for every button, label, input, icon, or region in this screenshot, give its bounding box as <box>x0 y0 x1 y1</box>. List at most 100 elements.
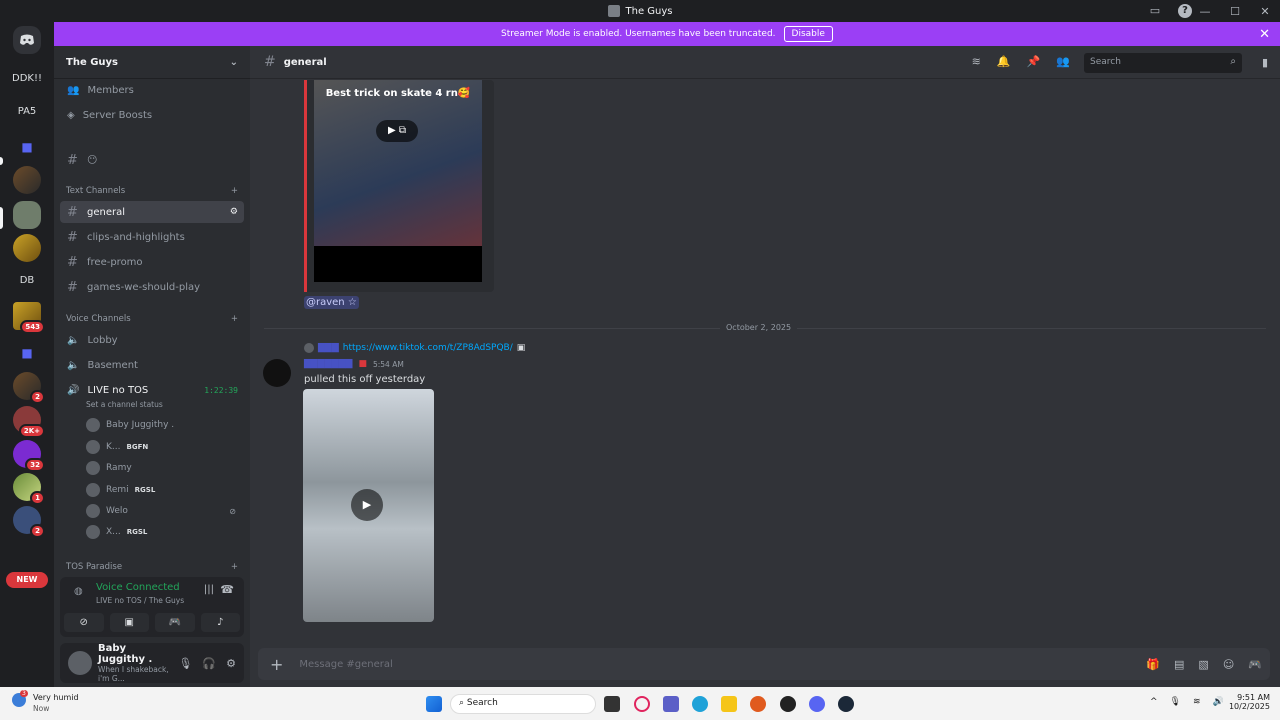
settings-gear-icon[interactable]: ⚙ <box>230 207 238 217</box>
avatar[interactable] <box>68 651 92 675</box>
signal-icon[interactable]: ◍ <box>74 586 83 597</box>
emoji-channel[interactable]: # 😶 <box>60 149 244 171</box>
inbox-icon[interactable]: ▭ <box>1148 4 1162 18</box>
wifi-icon[interactable]: ≋ <box>1193 697 1201 707</box>
activity-button[interactable]: 🎮 <box>155 613 195 632</box>
server-red-icon[interactable]: 2K+ <box>13 406 45 438</box>
apps-icon[interactable]: 🎮 <box>1248 658 1262 671</box>
video-thumbnail[interactable]: Best trick on skate 4 rn🥰 ▶ ⧉ <box>314 80 482 282</box>
server-blue-icon[interactable]: 2 <box>13 506 45 538</box>
new-badge[interactable]: NEW <box>6 572 48 588</box>
task-view-icon[interactable] <box>604 696 620 712</box>
channel-free-promo[interactable]: # free-promo <box>60 251 244 273</box>
member-list-icon[interactable]: 👥 <box>1056 55 1070 68</box>
server-pa5[interactable]: PA5 <box>13 97 41 125</box>
voice-connected-channel[interactable]: LIVE no TOS / The Guys <box>96 596 184 605</box>
play-icon[interactable]: ▶ <box>351 489 383 521</box>
voice-user[interactable]: X... RGSL <box>86 523 147 541</box>
noise-suppression-icon[interactable]: ||| <box>204 584 214 595</box>
voice-basement[interactable]: 🔈 Basement <box>60 354 244 376</box>
chevron-up-icon[interactable]: ^ <box>1150 697 1158 707</box>
headphones-icon[interactable]: 🎧 <box>202 657 216 670</box>
add-channel-icon[interactable]: + <box>231 186 238 196</box>
close-window-button[interactable]: ✕ <box>1250 5 1280 18</box>
server-avatar-icon[interactable]: 2 <box>13 372 45 404</box>
server-the-guys-icon[interactable] <box>13 201 41 229</box>
folder-icon[interactable]: ■ <box>13 133 41 161</box>
reply-link[interactable]: https://www.tiktok.com/t/ZP8AdSPQB/ <box>343 343 513 353</box>
gif-icon[interactable]: ▤ <box>1174 658 1184 671</box>
search-input[interactable]: Search <box>1084 53 1242 73</box>
folder-icon-2[interactable]: ■ <box>13 339 41 367</box>
server-543-icon[interactable]: 543 <box>13 302 45 334</box>
author-name[interactable]: ▇▇▇▇▇▇▇ <box>304 359 352 369</box>
camera-button[interactable]: ⊘ <box>64 613 104 632</box>
channel-status[interactable]: Set a channel status <box>86 400 163 409</box>
app-icon[interactable] <box>750 696 766 712</box>
text-channels-category[interactable]: Text Channels + <box>66 186 238 196</box>
video-attachment[interactable]: ▶ <box>303 389 434 622</box>
sticker-icon[interactable]: ▧ <box>1198 658 1208 671</box>
discord-home-icon[interactable] <box>13 26 41 54</box>
add-channel-icon[interactable]: + <box>231 314 238 324</box>
play-icon[interactable]: ▶ ⧉ <box>376 120 418 142</box>
minimize-button[interactable]: — <box>1190 5 1220 18</box>
hash-icon: # <box>67 279 78 295</box>
file-explorer-icon[interactable] <box>721 696 737 712</box>
screen-share-button[interactable]: ▣ <box>109 613 149 632</box>
weather-icon[interactable]: 3 <box>12 690 28 707</box>
server-purple-icon[interactable]: 32 <box>13 440 45 472</box>
opera-icon[interactable] <box>634 696 650 712</box>
inbox-icon[interactable]: ▮ <box>1262 56 1268 69</box>
volume-icon[interactable]: 🔊 <box>1213 697 1224 707</box>
server-header[interactable]: The Guys ⌄ <box>54 46 250 79</box>
steam-icon[interactable] <box>838 696 854 712</box>
channel-games[interactable]: # games-we-should-play <box>60 276 244 298</box>
microphone-icon[interactable]: 🎙 <box>1170 697 1181 707</box>
voice-user[interactable]: Welo ⊘ <box>86 502 236 520</box>
voice-lobby[interactable]: 🔈 Lobby <box>60 329 244 351</box>
disable-button[interactable]: Disable <box>783 26 833 42</box>
maximize-button[interactable]: ☐ <box>1220 5 1250 18</box>
soundboard-button[interactable]: ♪ <box>200 613 240 632</box>
mention[interactable]: @raven ☆ <box>304 296 359 309</box>
message-composer[interactable]: + Message #general 🎁 ▤ ▧ ☺ 🎮 <box>258 648 1270 680</box>
members-link[interactable]: 👥 Members <box>60 79 244 101</box>
bell-icon[interactable]: 🔔 <box>997 55 1011 68</box>
tos-paradise-category[interactable]: TOS Paradise + <box>66 562 238 572</box>
voice-user[interactable]: K... BGFN <box>86 438 148 456</box>
discord-icon[interactable] <box>809 696 825 712</box>
voice-live[interactable]: 🔊 LIVE no TOS 1:22:39 <box>60 379 244 401</box>
server-db[interactable]: DB <box>13 266 41 294</box>
gift-icon[interactable]: 🎁 <box>1146 658 1160 671</box>
voice-user[interactable]: Baby Juggithy . <box>86 416 174 434</box>
voice-channels-category[interactable]: Voice Channels + <box>66 314 238 324</box>
edge-icon[interactable] <box>692 696 708 712</box>
voice-user[interactable]: Ramy <box>86 459 132 477</box>
reply-reference[interactable]: ▇▇▇ https://www.tiktok.com/t/ZP8AdSPQB/ … <box>304 343 525 353</box>
server-yellow-icon[interactable] <box>13 234 41 262</box>
server-rg-icon[interactable] <box>13 166 41 194</box>
server-green-icon[interactable]: 1 <box>13 473 45 505</box>
add-attachment-icon[interactable]: + <box>270 655 283 674</box>
server-boosts-link[interactable]: ◈ Server Boosts <box>60 104 244 126</box>
close-icon[interactable]: ✕ <box>1259 27 1270 42</box>
server-ddk[interactable]: DDK!! <box>12 64 42 92</box>
disconnect-icon[interactable]: ☎ <box>220 583 234 596</box>
threads-icon[interactable]: ≋ <box>972 55 981 68</box>
microphone-icon[interactable]: 🎙 <box>178 657 192 670</box>
weather-text[interactable]: Very humid <box>33 693 79 702</box>
voice-user[interactable]: Remi RGSL <box>86 481 155 499</box>
channel-general[interactable]: # general ⚙ <box>60 201 244 223</box>
avatar[interactable] <box>263 359 291 387</box>
channel-clips[interactable]: # clips-and-highlights <box>60 226 244 248</box>
teams-icon[interactable] <box>663 696 679 712</box>
taskbar-search[interactable]: ⌕ Search <box>450 694 596 714</box>
settings-gear-icon[interactable]: ⚙ <box>226 657 236 670</box>
app-icon-2[interactable] <box>780 696 796 712</box>
add-channel-icon[interactable]: + <box>231 562 238 572</box>
pin-icon[interactable]: 📌 <box>1027 55 1041 68</box>
start-icon[interactable] <box>426 696 442 712</box>
emoji-icon[interactable]: ☺ <box>1223 658 1234 671</box>
clock[interactable]: 9:51 AM 10/2/2025 <box>1226 693 1270 711</box>
